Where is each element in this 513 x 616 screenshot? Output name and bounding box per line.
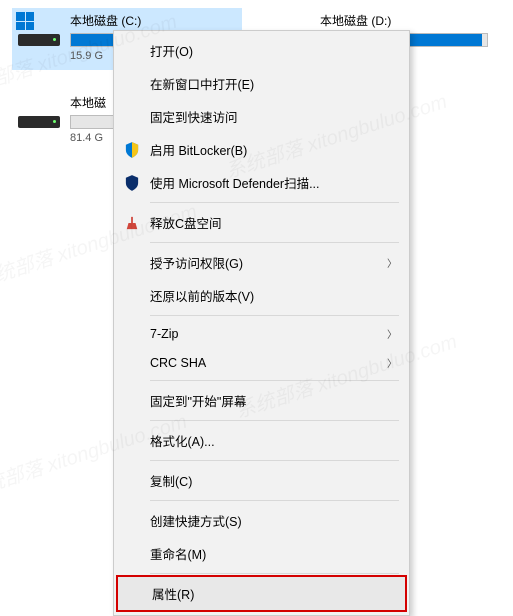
menu-free-space[interactable]: 释放C盘空间: [116, 206, 407, 239]
broom-icon: [124, 215, 140, 231]
menu-label: 使用 Microsoft Defender扫描...: [150, 173, 320, 192]
menu-pin-start[interactable]: 固定到"开始"屏幕: [116, 384, 407, 417]
menu-rename[interactable]: 重命名(M): [116, 537, 407, 570]
menu-label: 7-Zip: [150, 327, 178, 341]
menu-label: 在新窗口中打开(E): [150, 74, 254, 93]
menu-pin-quick-access[interactable]: 固定到快速访问: [116, 100, 407, 133]
menu-separator: [150, 420, 399, 421]
menu-label: 格式化(A)...: [150, 431, 215, 450]
menu-format[interactable]: 格式化(A)...: [116, 424, 407, 457]
menu-label: 创建快捷方式(S): [150, 511, 242, 530]
menu-label: 固定到"开始"屏幕: [150, 391, 246, 410]
drive-label: 本地磁盘 (D:): [320, 12, 488, 29]
context-menu: 打开(O) 在新窗口中打开(E) 固定到快速访问 启用 BitLocker(B)…: [113, 30, 410, 616]
menu-label: 授予访问权限(G): [150, 253, 243, 272]
defender-shield-icon: [124, 175, 140, 191]
menu-separator: [150, 380, 399, 381]
menu-open-new-window[interactable]: 在新窗口中打开(E): [116, 67, 407, 100]
menu-label: 还原以前的版本(V): [150, 286, 254, 305]
menu-bitlocker[interactable]: 启用 BitLocker(B): [116, 133, 407, 166]
menu-label: 属性(R): [152, 584, 194, 603]
menu-separator: [150, 460, 399, 461]
drive-icon: [16, 12, 64, 48]
menu-separator: [150, 500, 399, 501]
menu-label: 重命名(M): [150, 544, 206, 563]
chevron-right-icon: 〉: [387, 355, 397, 370]
bitlocker-shield-icon: [124, 142, 140, 158]
menu-label: 释放C盘空间: [150, 213, 222, 232]
menu-separator: [150, 573, 399, 574]
menu-label: 固定到快速访问: [150, 107, 238, 126]
menu-open[interactable]: 打开(O): [116, 34, 407, 67]
drive-label: 本地磁盘 (C:): [70, 12, 238, 29]
menu-label: 打开(O): [150, 41, 193, 60]
menu-grant-access[interactable]: 授予访问权限(G) 〉: [116, 246, 407, 279]
menu-label: 启用 BitLocker(B): [150, 140, 247, 159]
chevron-right-icon: 〉: [387, 326, 397, 341]
chevron-right-icon: 〉: [387, 255, 397, 270]
menu-defender-scan[interactable]: 使用 Microsoft Defender扫描...: [116, 166, 407, 199]
menu-separator: [150, 315, 399, 316]
menu-separator: [150, 242, 399, 243]
menu-separator: [150, 202, 399, 203]
menu-copy[interactable]: 复制(C): [116, 464, 407, 497]
menu-restore-previous[interactable]: 还原以前的版本(V): [116, 279, 407, 312]
menu-create-shortcut[interactable]: 创建快捷方式(S): [116, 504, 407, 537]
menu-7zip[interactable]: 7-Zip 〉: [116, 319, 407, 348]
menu-label: CRC SHA: [150, 356, 206, 370]
menu-label: 复制(C): [150, 471, 192, 490]
windows-logo-icon: [16, 12, 34, 30]
menu-crc-sha[interactable]: CRC SHA 〉: [116, 348, 407, 377]
drive-icon: [16, 94, 64, 130]
